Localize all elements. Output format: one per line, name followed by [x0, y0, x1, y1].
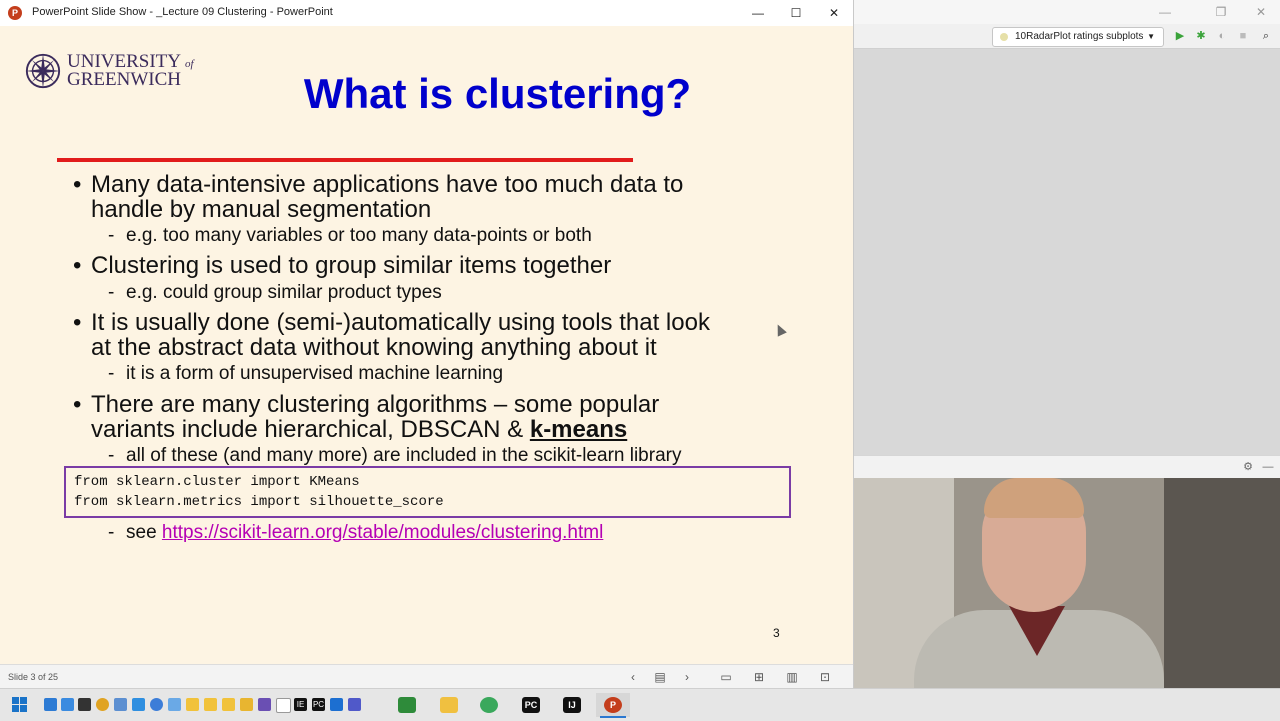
ide-titlebar[interactable]: — ❐ ✕ [854, 0, 1280, 24]
hide-icon[interactable]: — [1260, 459, 1276, 475]
code-line-1: from sklearn.cluster import KMeans [74, 474, 360, 490]
bullet-4: There are many clustering algorithms – s… [73, 391, 660, 443]
code-line-2: from sklearn.metrics import silhouette_s… [74, 494, 444, 510]
sub-bullet-see: see https://scikit-learn.org/stable/modu… [108, 522, 603, 544]
chrome-icon [480, 697, 498, 713]
normal-view-icon[interactable]: ▭ [718, 669, 734, 685]
powerpoint-app-icon[interactable]: P [8, 6, 22, 20]
folder-icon[interactable] [222, 698, 235, 711]
intellij-icon: IJ [563, 697, 581, 713]
mail-icon[interactable] [61, 698, 74, 711]
file-explorer-icon [440, 697, 458, 713]
slide-page-number: 3 [773, 626, 780, 640]
coverage-icon[interactable]: ◐ [1214, 28, 1230, 44]
ide-window: — ❐ ✕ 10RadarPlot ratings subplots ▼ ▶ ✱… [854, 0, 1280, 479]
tool-icon[interactable] [114, 698, 127, 711]
powerpoint-icon: P [604, 697, 622, 713]
active-app-indicator [600, 716, 626, 718]
slide[interactable]: UNIVERSITY of GREENWICH What is clusteri… [0, 26, 853, 664]
chrome-small-icon[interactable] [96, 698, 109, 711]
folder-icon[interactable] [204, 698, 217, 711]
debug-icon[interactable]: ✱ [1193, 28, 1209, 44]
ide-toolbar: 10RadarPlot ratings subplots ▼ ▶ ✱ ◐ ■ ⌕ [854, 24, 1280, 49]
windows-start-icon[interactable] [12, 697, 28, 713]
taskbar-app-excel[interactable] [390, 693, 424, 717]
slide-sorter-icon[interactable]: ⊞ [751, 669, 767, 685]
taskbar-app-powerpoint[interactable]: P [596, 693, 630, 718]
folder-icon[interactable] [240, 698, 253, 711]
run-configuration-label: 10RadarPlot ratings subplots [1015, 31, 1144, 42]
settings-icon[interactable]: ⚙ [1240, 459, 1256, 475]
stop-icon[interactable]: ■ [1235, 28, 1251, 44]
webcam-background-right [1164, 478, 1280, 688]
window-titlebar[interactable]: P PowerPoint Slide Show - _Lecture 09 Cl… [0, 0, 853, 27]
ide-minimize-button[interactable]: — [1146, 0, 1184, 25]
prev-icon[interactable]: ‹ [625, 669, 641, 685]
outlook-icon[interactable] [330, 698, 343, 711]
bullet-3-line-2: at the abstract data without knowing any… [91, 334, 657, 361]
powerpoint-window: P PowerPoint Slide Show - _Lecture 09 Cl… [0, 0, 854, 689]
chart-app-icon [398, 697, 416, 713]
vpn-icon[interactable] [258, 698, 271, 711]
pycharm-icon: PC [522, 697, 540, 713]
presenter-hair [984, 478, 1084, 518]
code-snippet: from sklearn.cluster import KMeans from … [64, 466, 791, 518]
kmeans-emphasis: k-means [529, 416, 628, 443]
dropbox-icon[interactable] [132, 698, 145, 711]
windows-taskbar: IE PC PC IJ P [0, 688, 1280, 721]
run-icon[interactable]: ▶ [1172, 28, 1188, 44]
ide-close-button[interactable]: ✕ [1242, 0, 1280, 25]
scikit-learn-link[interactable]: https://scikit-learn.org/stable/modules/… [162, 522, 603, 543]
desktop-icon[interactable] [44, 698, 57, 711]
bullet-4-line-1: There are many clustering algorithms – s… [91, 391, 660, 418]
teams-icon[interactable] [348, 698, 361, 711]
minimize-button[interactable]: — [739, 0, 777, 26]
sub-bullet-3: it is a form of unsupervised machine lea… [108, 363, 503, 385]
taskbar-app-pycharm[interactable]: PC [514, 693, 548, 717]
ide-tool-window-header: ⚙ — [854, 455, 1280, 479]
close-button[interactable]: ✕ [815, 0, 853, 26]
bullet-3: It is usually done (semi-)automatically … [73, 309, 710, 361]
reading-view-icon[interactable]: ▥ [784, 669, 800, 685]
slide-menu-icon[interactable]: ▤ [652, 669, 668, 685]
app-icon[interactable] [168, 698, 181, 711]
maximize-button[interactable]: ☐ [777, 0, 815, 26]
ide-restore-button[interactable]: ❐ [1202, 0, 1240, 25]
bullet-2-line-1: Clustering is used to group similar item… [91, 252, 612, 279]
window-title: PowerPoint Slide Show - _Lecture 09 Clus… [32, 6, 333, 18]
taskbar-app-intellij[interactable]: IJ [555, 693, 589, 717]
sub-bullet-4: all of these (and many more) are include… [108, 445, 682, 467]
bullet-1-line-1: Many data-intensive applications have to… [91, 171, 684, 198]
intellij-small-icon[interactable]: IE [294, 698, 307, 711]
onedrive-icon[interactable] [150, 698, 163, 711]
bullet-2: Clustering is used to group similar item… [73, 252, 612, 279]
terminal-icon[interactable] [78, 698, 91, 711]
taskbar-app-file-explorer[interactable] [432, 693, 466, 717]
next-icon[interactable]: › [679, 669, 695, 685]
webcam-video [854, 478, 1280, 688]
bullet-4-line-2: variants include hierarchical, DBSCAN & … [91, 416, 628, 443]
bullet-3-line-1: It is usually done (semi-)automatically … [91, 309, 710, 336]
slideshow-icon[interactable]: ⊡ [817, 669, 833, 685]
slide-counter: Slide 3 of 25 [8, 672, 59, 682]
folder-icon[interactable] [186, 698, 199, 711]
bullet-1: Many data-intensive applications have to… [73, 171, 684, 223]
pycharm-small-icon[interactable]: PC [312, 698, 325, 711]
run-configuration-dropdown[interactable]: 10RadarPlot ratings subplots ▼ [992, 27, 1164, 47]
slideshow-status-bar: Slide 3 of 25 ‹ ▤ › ▭ ⊞ ▥ ⊡ [0, 664, 853, 689]
slide-content: Many data-intensive applications have to… [0, 26, 853, 664]
search-icon[interactable]: ⌕ [1258, 28, 1274, 44]
sub-bullet-2: e.g. could group similar product types [108, 282, 442, 304]
mouse-cursor-icon [773, 322, 787, 337]
sub-bullet-1: e.g. too many variables or too many data… [108, 225, 592, 247]
notepad-icon[interactable] [276, 698, 291, 713]
bullet-1-line-2: handle by manual segmentation [91, 196, 432, 223]
taskbar-app-chrome[interactable] [472, 693, 506, 717]
chevron-down-icon: ▼ [1147, 32, 1155, 41]
python-file-icon [1000, 33, 1008, 41]
